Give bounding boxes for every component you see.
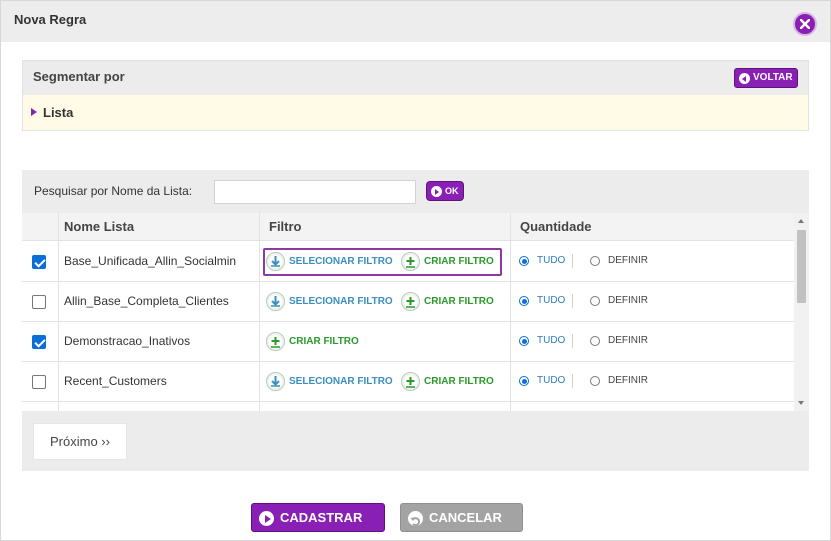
quantity-all-radio[interactable] [519,376,529,386]
filter-cell: SELECIONAR FILTRO CRIAR FILTRO [263,248,502,276]
add-filter-icon [266,332,285,351]
list-panel: Pesquisar por Nome da Lista: OK Nome Lis… [22,170,809,471]
segment-header: Segmentar por VOLTAR [23,61,808,95]
select-filter-button[interactable]: SELECIONAR FILTRO [266,372,393,392]
divider [572,374,573,388]
caret-right-icon [31,108,37,116]
modal-title: Nova Regra [14,12,87,27]
back-button[interactable]: VOLTAR [734,68,798,88]
download-filter-icon [266,372,285,391]
quantity-define-radio[interactable] [590,296,600,306]
create-filter-label: CRIAR FILTRO [424,376,494,387]
play-icon [259,511,274,526]
submit-button-label: CADASTRAR [280,510,363,525]
table-row: Demonstracao_Inativos CRIAR FILTRO TUDO … [22,322,794,362]
create-filter-label: CRIAR FILTRO [424,256,494,267]
row-checkbox[interactable] [32,255,46,269]
play-icon [431,186,442,197]
table-header: Nome Lista Filtro Quantidade [22,213,794,241]
scroll-thumb[interactable] [797,230,806,303]
select-filter-button[interactable]: SELECIONAR FILTRO [266,252,393,272]
column-divider [259,213,260,411]
search-ok-button[interactable]: OK [426,181,464,201]
column-divider [510,213,511,411]
back-arrow-icon [739,73,750,84]
create-filter-button[interactable]: CRIAR FILTRO [401,252,494,272]
lists-table: Nome Lista Filtro Quantidade Base_Unific… [22,213,809,411]
list-name: Base_Unificada_Allin_Socialmin [64,254,237,268]
quantity-define-label: DEFINIR [608,295,648,306]
list-name: Allin_Base_Completa_Clientes [64,294,229,308]
search-label: Pesquisar por Nome da Lista: [34,184,193,198]
column-header-name: Nome Lista [64,219,135,234]
back-button-label: VOLTAR [753,72,793,83]
divider [572,294,573,308]
quantity-all-radio[interactable] [519,256,529,266]
search-input[interactable] [214,180,416,204]
quantity-define-label: DEFINIR [608,375,648,386]
cancel-button-label: CANCELAR [429,510,502,525]
submit-button[interactable]: CADASTRAR [251,503,385,532]
row-checkbox[interactable] [32,335,46,349]
table-row: Allin_Base_Completa_Clientes SELECIONAR … [22,282,794,322]
quantity-define-radio[interactable] [590,376,600,386]
download-filter-icon [266,252,285,271]
add-filter-icon [401,372,420,391]
modal-header: Nova Regra [1,1,830,42]
create-filter-label: CRIAR FILTRO [424,296,494,307]
table-row-partial [22,402,794,411]
table-scrollbar[interactable] [794,213,809,411]
quantity-define-label: DEFINIR [608,335,648,346]
quantity-define-radio[interactable] [590,256,600,266]
cancel-button[interactable]: CANCELAR [400,503,523,532]
column-header-filter: Filtro [269,219,302,234]
segment-selection[interactable]: Lista [23,95,808,130]
close-button[interactable] [793,12,817,36]
row-checkbox[interactable] [32,295,46,309]
quantity-define-radio[interactable] [590,336,600,346]
quantity-all-radio[interactable] [519,296,529,306]
add-filter-icon [401,252,420,271]
list-name: Demonstracao_Inativos [64,334,191,348]
quantity-all-label: TUDO [537,255,566,266]
select-filter-label: SELECIONAR FILTRO [289,296,393,307]
create-filter-button[interactable]: CRIAR FILTRO [266,332,359,352]
add-filter-icon [401,292,420,311]
quantity-all-radio[interactable] [519,336,529,346]
create-filter-label: CRIAR FILTRO [289,336,359,347]
undo-icon [408,511,423,527]
scroll-up-icon[interactable] [798,219,804,223]
new-rule-modal: Nova Regra Segmentar por VOLTAR Lista Pe… [0,0,831,541]
table-row: Recent_Customers SELECIONAR FILTRO CRIAR… [22,362,794,402]
ok-button-label: OK [445,186,459,196]
column-header-quantity: Quantidade [520,219,592,234]
select-filter-button[interactable]: SELECIONAR FILTRO [266,292,393,312]
row-checkbox[interactable] [32,375,46,389]
divider [572,254,573,268]
segment-title: Segmentar por [33,69,125,84]
quantity-all-label: TUDO [537,335,566,346]
quantity-all-label: TUDO [537,375,566,386]
quantity-define-label: DEFINIR [608,255,648,266]
segment-selected-label: Lista [43,105,74,120]
download-filter-icon [266,292,285,311]
select-filter-label: SELECIONAR FILTRO [289,256,393,267]
create-filter-button[interactable]: CRIAR FILTRO [401,372,494,392]
scroll-down-icon[interactable] [798,401,804,405]
segment-panel: Segmentar por VOLTAR Lista [22,60,809,131]
divider [572,334,573,348]
close-icon [800,19,810,29]
column-divider [58,213,59,411]
quantity-all-label: TUDO [537,295,566,306]
create-filter-button[interactable]: CRIAR FILTRO [401,292,494,312]
list-name: Recent_Customers [64,374,167,388]
next-page-button[interactable]: Próximo ›› [33,423,127,460]
select-filter-label: SELECIONAR FILTRO [289,376,393,387]
table-row: Base_Unificada_Allin_Socialmin SELECIONA… [22,242,794,282]
